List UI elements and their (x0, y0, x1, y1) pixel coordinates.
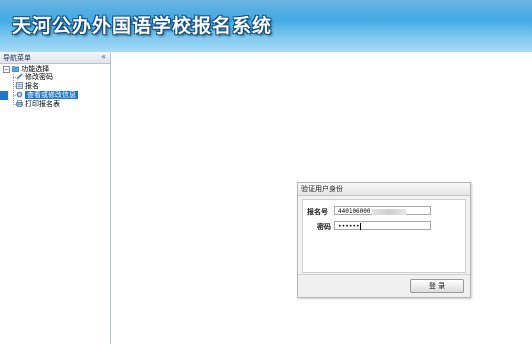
collapse-sidebar-icon[interactable]: « (101, 52, 106, 61)
app-header: 天河公办外国语学校报名系统 (0, 0, 532, 52)
app-title: 天河公办外国语学校报名系统 (12, 15, 273, 37)
text-caret (359, 223, 361, 230)
login-button[interactable]: 登 录 (410, 279, 464, 293)
tree-root-label: 功能选择 (21, 65, 50, 73)
login-form: 报名号 440106000 密码 •••••• (302, 199, 466, 273)
gear-icon (16, 91, 23, 98)
login-dialog: 验证用户身份 报名号 440106000 密码 •••••• 登 录 (297, 182, 471, 298)
nav-item-print-form[interactable]: 打印报名表 (16, 99, 60, 109)
registration-number-value: 440106000 (338, 208, 371, 215)
registration-number-field[interactable]: 440106000 (334, 206, 431, 215)
collapse-tree-icon[interactable]: − (3, 66, 10, 73)
dialog-footer: 登 录 (298, 274, 470, 297)
nav-item-label: 打印报名表 (25, 100, 60, 108)
sidebar-title: 导航菜单 (3, 54, 31, 62)
tree-guide-line (13, 74, 14, 105)
navigation-sidebar: 导航菜单 « − 功能选择 修改密码 报名 查看或修改信息 打印报名表 (0, 52, 111, 344)
pencil-icon (16, 73, 23, 80)
printer-icon (16, 99, 23, 107)
password-value: •••••• (338, 223, 360, 230)
password-field[interactable]: •••••• (334, 221, 431, 230)
nav-item-label: 修改密码 (25, 73, 53, 81)
nav-item-label: 报名 (25, 82, 39, 90)
folder-icon (11, 65, 20, 72)
selection-marker (0, 91, 8, 100)
nav-item-view-edit-info[interactable]: 查看或修改信息 (16, 91, 78, 100)
dialog-title: 验证用户身份 (298, 183, 470, 196)
document-icon (16, 81, 23, 89)
password-label: 密码 (317, 223, 331, 231)
sidebar-header: 导航菜单 « (0, 52, 110, 64)
redacted-value (371, 208, 406, 215)
registration-number-label: 报名号 (307, 208, 328, 216)
nav-item-label: 查看或修改信息 (25, 91, 78, 99)
